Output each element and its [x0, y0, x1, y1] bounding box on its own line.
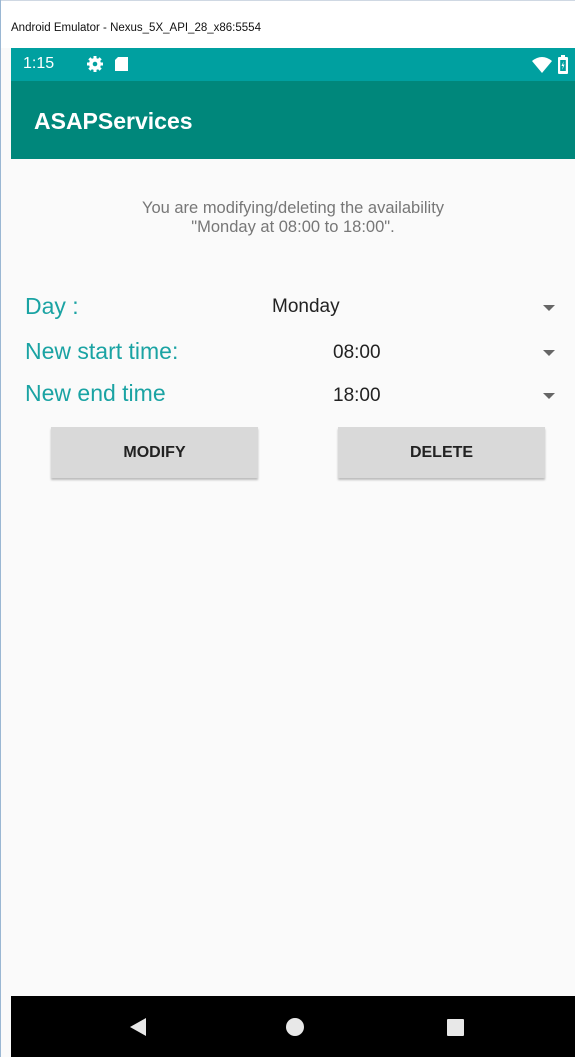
status-bar: 1:15 — [11, 48, 575, 81]
window-title: Android Emulator - Nexus_5X_API_28_x86:5… — [11, 22, 261, 34]
app-title: ASAPServices — [34, 108, 193, 134]
day-spinner[interactable]: Monday — [241, 289, 571, 325]
day-value: Monday — [272, 296, 340, 317]
recents-icon[interactable] — [447, 1019, 464, 1036]
navigation-bar — [11, 996, 575, 1057]
availability-form: You are modifying/deleting the availabil… — [11, 159, 575, 996]
end-time-spinner[interactable]: 18:00 — [241, 377, 571, 413]
sdcard-icon — [115, 57, 128, 71]
start-time-value: 08:00 — [333, 342, 381, 363]
start-time-label: New start time: — [25, 338, 179, 364]
emulator-window: Android Emulator - Nexus_5X_API_28_x86:5… — [0, 0, 575, 1057]
chevron-down-icon — [543, 350, 555, 356]
end-time-value: 18:00 — [333, 385, 381, 406]
wifi-icon — [532, 57, 552, 73]
back-icon[interactable] — [128, 1017, 148, 1037]
battery-icon — [558, 55, 568, 74]
info-line-2: "Monday at 08:00 to 18:00". — [191, 218, 395, 236]
day-label: Day : — [25, 293, 79, 319]
home-icon[interactable] — [286, 1018, 304, 1036]
info-message: You are modifying/deleting the availabil… — [11, 199, 575, 237]
status-time: 1:15 — [23, 55, 55, 72]
delete-button[interactable]: DELETE — [338, 427, 545, 478]
window-titlebar: Android Emulator - Nexus_5X_API_28_x86:5… — [1, 0, 575, 48]
chevron-down-icon — [543, 305, 555, 311]
modify-button[interactable]: MODIFY — [51, 427, 258, 478]
app-bar: ASAPServices — [11, 81, 575, 159]
gear-icon — [87, 56, 103, 72]
end-time-label: New end time — [25, 380, 166, 406]
info-line-1: You are modifying/deleting the availabil… — [141, 199, 445, 217]
start-time-spinner[interactable]: 08:00 — [241, 334, 571, 370]
chevron-down-icon — [543, 393, 555, 399]
